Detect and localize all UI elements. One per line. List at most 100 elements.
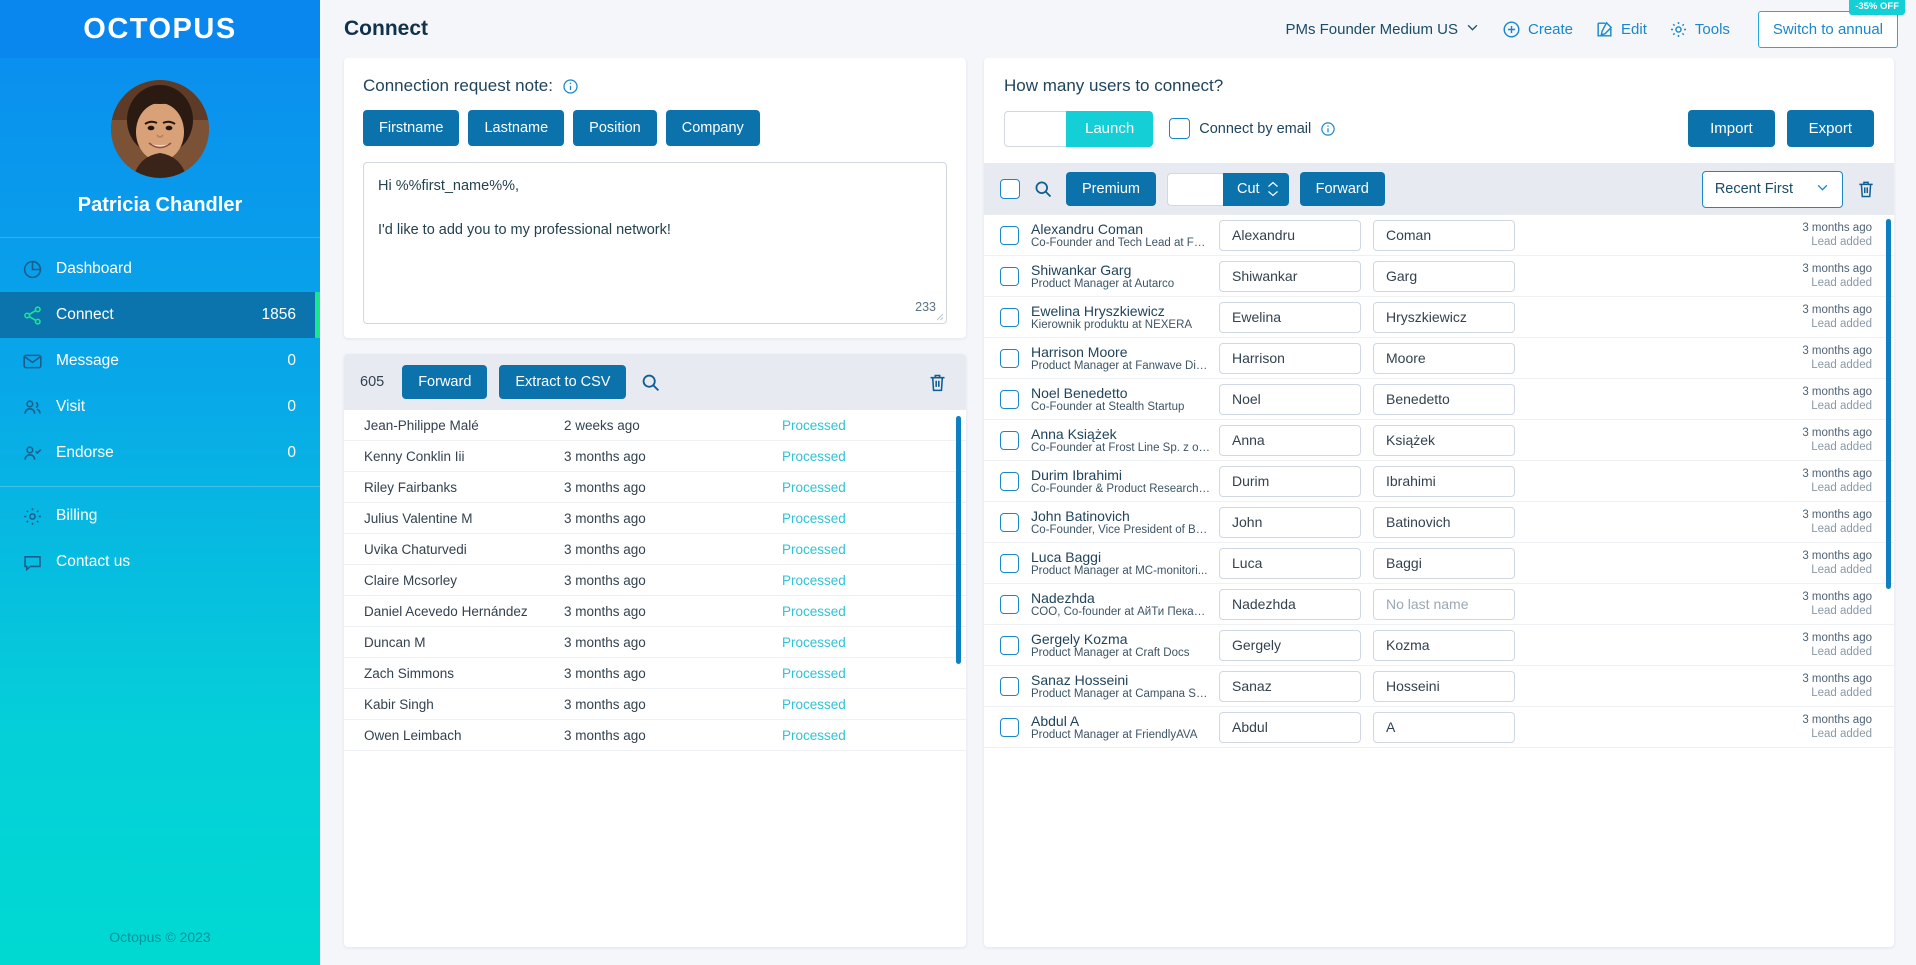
lead-checkbox[interactable] [1000, 389, 1019, 409]
table-row[interactable]: Kenny Conklin Iii 3 months ago Processed [344, 441, 966, 472]
users-count-input[interactable] [1004, 110, 1066, 147]
lead-checkbox[interactable] [1000, 594, 1019, 614]
first-name-field[interactable]: Nadezhda [1219, 588, 1361, 620]
lead-row[interactable]: Noel Benedetto Co-Founder at Stealth Star… [984, 379, 1894, 420]
lead-row[interactable]: Sanaz Hosseini Product Manager at Campana… [984, 666, 1894, 707]
import-button[interactable]: Import [1688, 110, 1775, 147]
first-name-field[interactable]: Abdul [1219, 711, 1361, 743]
insert-lastname-button[interactable]: Lastname [468, 110, 565, 146]
last-name-field[interactable]: Ibrahimi [1373, 465, 1515, 497]
last-name-field[interactable]: Benedetto [1373, 383, 1515, 415]
lead-checkbox[interactable] [1000, 348, 1019, 368]
insert-position-button[interactable]: Position [573, 110, 657, 146]
sidebar-item-message[interactable]: Message 0 [0, 338, 320, 384]
table-row[interactable]: Jean-Philippe Malé 2 weeks ago Processed [344, 410, 966, 441]
delete-icon[interactable] [1854, 176, 1878, 202]
cut-button[interactable]: Cut [1223, 172, 1289, 206]
first-name-field[interactable]: Alexandru [1219, 219, 1361, 251]
last-name-field[interactable]: Baggi [1373, 547, 1515, 579]
lead-row[interactable]: Harrison Moore Product Manager at Fanwave… [984, 338, 1894, 379]
sort-order-select[interactable]: Recent First [1701, 170, 1843, 208]
sidebar-item-billing[interactable]: Billing [0, 493, 320, 539]
lead-checkbox[interactable] [1000, 512, 1019, 532]
table-row[interactable]: Zach Simmons 3 months ago Processed [344, 658, 966, 689]
lead-row[interactable]: Nadezhda COO, Co-founder at АйТи Пекарня N… [984, 584, 1894, 625]
first-name-field[interactable]: John [1219, 506, 1361, 538]
table-row[interactable]: Claire Mcsorley 3 months ago Processed [344, 565, 966, 596]
delete-icon[interactable] [925, 369, 950, 396]
connect-by-email-checkbox[interactable] [1169, 118, 1191, 139]
first-name-field[interactable]: Sanaz [1219, 670, 1361, 702]
first-name-field[interactable]: Luca [1219, 547, 1361, 579]
lead-row[interactable]: Shiwankar Garg Product Manager at Autarco… [984, 256, 1894, 297]
forward-button[interactable]: Forward [1299, 172, 1385, 206]
tools-button[interactable]: Tools [1669, 20, 1730, 39]
last-name-field[interactable]: Batinovich [1373, 506, 1515, 538]
first-name-field[interactable]: Anna [1219, 424, 1361, 456]
select-all-checkbox[interactable] [1000, 179, 1020, 199]
stepper-icon[interactable] [1267, 180, 1279, 198]
lead-row[interactable]: Gergely Kozma Product Manager at Craft Do… [984, 625, 1894, 666]
lead-checkbox[interactable] [1000, 430, 1019, 450]
last-name-field[interactable]: Hosseini [1373, 670, 1515, 702]
lead-checkbox[interactable] [1000, 635, 1019, 655]
first-name-field[interactable]: Harrison [1219, 342, 1361, 374]
resize-grip-icon[interactable] [934, 311, 944, 321]
first-name-field[interactable]: Gergely [1219, 629, 1361, 661]
table-row[interactable]: Duncan M 3 months ago Processed [344, 627, 966, 658]
lead-checkbox[interactable] [1000, 717, 1019, 737]
insert-firstname-button[interactable]: Firstname [363, 110, 460, 146]
lead-checkbox[interactable] [1000, 553, 1019, 573]
last-name-field[interactable]: Coman [1373, 219, 1515, 251]
table-row[interactable]: Owen Leimbach 3 months ago Processed [344, 720, 966, 751]
lead-row[interactable]: Alexandru Coman Co-Founder and Tech Lead … [984, 215, 1894, 256]
lead-checkbox[interactable] [1000, 676, 1019, 696]
table-row[interactable]: Uvika Chaturvedi 3 months ago Processed [344, 534, 966, 565]
last-name-field[interactable]: Kozma [1373, 629, 1515, 661]
search-icon[interactable] [1031, 177, 1055, 201]
info-icon[interactable] [1320, 121, 1336, 137]
first-name-field[interactable]: Shiwankar [1219, 260, 1361, 292]
premium-button[interactable]: Premium [1066, 172, 1157, 206]
edit-button[interactable]: Edit [1595, 20, 1647, 39]
avatar[interactable] [111, 80, 209, 178]
table-row[interactable]: Kabir Singh 3 months ago Processed [344, 689, 966, 720]
cut-amount-input[interactable] [1167, 172, 1224, 206]
lead-row[interactable]: John Batinovich Co-Founder, Vice Presiden… [984, 502, 1894, 543]
lead-checkbox[interactable] [1000, 471, 1019, 491]
sidebar-item-connect[interactable]: Connect 1856 [0, 292, 320, 338]
lead-checkbox[interactable] [1000, 225, 1019, 245]
lead-checkbox[interactable] [1000, 266, 1019, 286]
lead-row[interactable]: Durim Ibrahimi Co-Founder & Product Resea… [984, 461, 1894, 502]
sidebar-item-endorse[interactable]: Endorse 0 [0, 430, 320, 476]
lead-row[interactable]: Abdul A Product Manager at FriendlyAVA Abd… [984, 707, 1894, 748]
lead-checkbox[interactable] [1000, 307, 1019, 327]
first-name-field[interactable]: Noel [1219, 383, 1361, 415]
last-name-field[interactable]: No last name [1373, 588, 1515, 620]
lead-row[interactable]: Anna Książek Co-Founder at Frost Line Sp.… [984, 420, 1894, 461]
sidebar-item-visit[interactable]: Visit 0 [0, 384, 320, 430]
last-name-field[interactable]: Hryszkiewicz [1373, 301, 1515, 333]
insert-company-button[interactable]: Company [665, 110, 760, 146]
info-icon[interactable] [562, 78, 579, 95]
table-row[interactable]: Daniel Acevedo Hernández 3 months ago Proc… [344, 596, 966, 627]
search-icon[interactable] [638, 370, 663, 395]
table-row[interactable]: Julius Valentine M 3 months ago Processed [344, 503, 966, 534]
last-name-field[interactable]: Moore [1373, 342, 1515, 374]
switch-to-annual-button[interactable]: -35% OFF Switch to annual [1757, 0, 1905, 48]
lead-row[interactable]: Luca Baggi Product Manager at MC-monitori… [984, 543, 1894, 584]
campaign-selector[interactable]: PMs Founder Medium US [1285, 20, 1480, 39]
last-name-field[interactable]: Garg [1373, 260, 1515, 292]
table-row[interactable]: Riley Fairbanks 3 months ago Processed [344, 472, 966, 503]
create-button[interactable]: Create [1502, 20, 1573, 39]
first-name-field[interactable]: Durim [1219, 465, 1361, 497]
export-button[interactable]: Export [1786, 110, 1874, 147]
lead-row[interactable]: Ewelina Hryszkiewicz Kierownik produktu a… [984, 297, 1894, 338]
note-textarea[interactable]: Hi %%first_name%%, I'd like to add you t… [363, 162, 947, 324]
launch-button[interactable]: Launch [1066, 110, 1154, 147]
forward-button[interactable]: Forward [402, 365, 488, 399]
processed-list-scrollbar[interactable] [956, 416, 961, 664]
sidebar-item-contact-us[interactable]: Contact us [0, 539, 320, 585]
logo[interactable]: OCTOPUS [0, 0, 320, 58]
last-name-field[interactable]: A [1373, 711, 1515, 743]
